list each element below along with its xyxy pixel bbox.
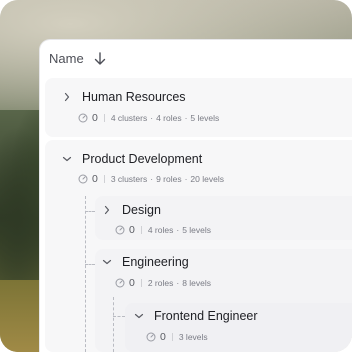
level-count: 3 levels [178,332,208,342]
tree-guide-line [113,316,125,317]
column-header[interactable]: Name [40,40,352,77]
row-product-development[interactable]: Product Development 0 3 clusters · 9 rol… [45,140,352,352]
cluster-count: 3 clusters [110,174,148,184]
chevron-down-icon[interactable] [62,154,72,164]
gauge-icon [78,174,88,184]
divider [171,333,173,341]
gauge-icon [78,113,88,123]
gauge-icon [115,225,125,235]
divider [103,175,105,183]
chevron-down-icon[interactable] [134,311,144,321]
level-count: 8 levels [182,278,212,288]
role-count: 4 roles [147,225,174,235]
level-count: 5 levels [182,225,212,235]
dot-separator: · [150,174,154,184]
level-count: 20 levels [190,174,224,184]
chevron-down-icon[interactable] [102,257,112,267]
row-frontend-engineer[interactable]: Frontend Engineer 0 3 levels [125,303,352,352]
row-count: 0 [160,331,166,343]
row-title: Design [122,203,161,217]
cluster-count: 4 clusters [110,113,148,123]
level-count: 5 levels [190,113,220,123]
role-count: 9 roles [156,174,182,184]
row-title: Frontend Engineer [154,309,258,323]
dot-separator: · [176,278,180,288]
divider [140,226,142,234]
dot-separator: · [150,113,154,123]
chevron-right-icon[interactable] [62,92,72,102]
role-count: 2 roles [147,278,174,288]
row-title: Product Development [82,152,203,166]
divider [103,114,105,122]
tree-guide-line [85,211,95,212]
column-header-label: Name [49,51,84,66]
row-count: 0 [129,224,135,236]
row-count: 0 [92,112,98,124]
row-human-resources[interactable]: Human Resources 0 4 clusters · 4 roles ·… [45,78,352,137]
dot-separator: · [176,225,180,235]
row-count: 0 [129,277,135,289]
divider [140,279,142,287]
dot-separator: · [184,113,188,123]
row-title: Engineering [122,255,189,269]
role-count: 4 roles [156,113,182,123]
background-landscape: Name Human Resources 0 4 clusters · 4 ro… [0,0,352,352]
tree-guide-line [85,264,95,265]
row-engineering[interactable]: Engineering 0 2 roles · 8 levels Fronten… [95,249,352,352]
tree-guide-line [85,196,86,352]
dot-separator: · [184,174,188,184]
gauge-icon [146,332,156,342]
chevron-right-icon[interactable] [102,205,112,215]
row-title: Human Resources [82,90,186,104]
hierarchy-panel: Name Human Resources 0 4 clusters · 4 ro… [40,40,352,352]
tree-guide-line [113,297,114,352]
row-design[interactable]: Design 0 4 roles · 5 levels [95,196,352,240]
row-count: 0 [92,173,98,185]
arrow-down-icon[interactable] [94,51,106,66]
gauge-icon [115,278,125,288]
